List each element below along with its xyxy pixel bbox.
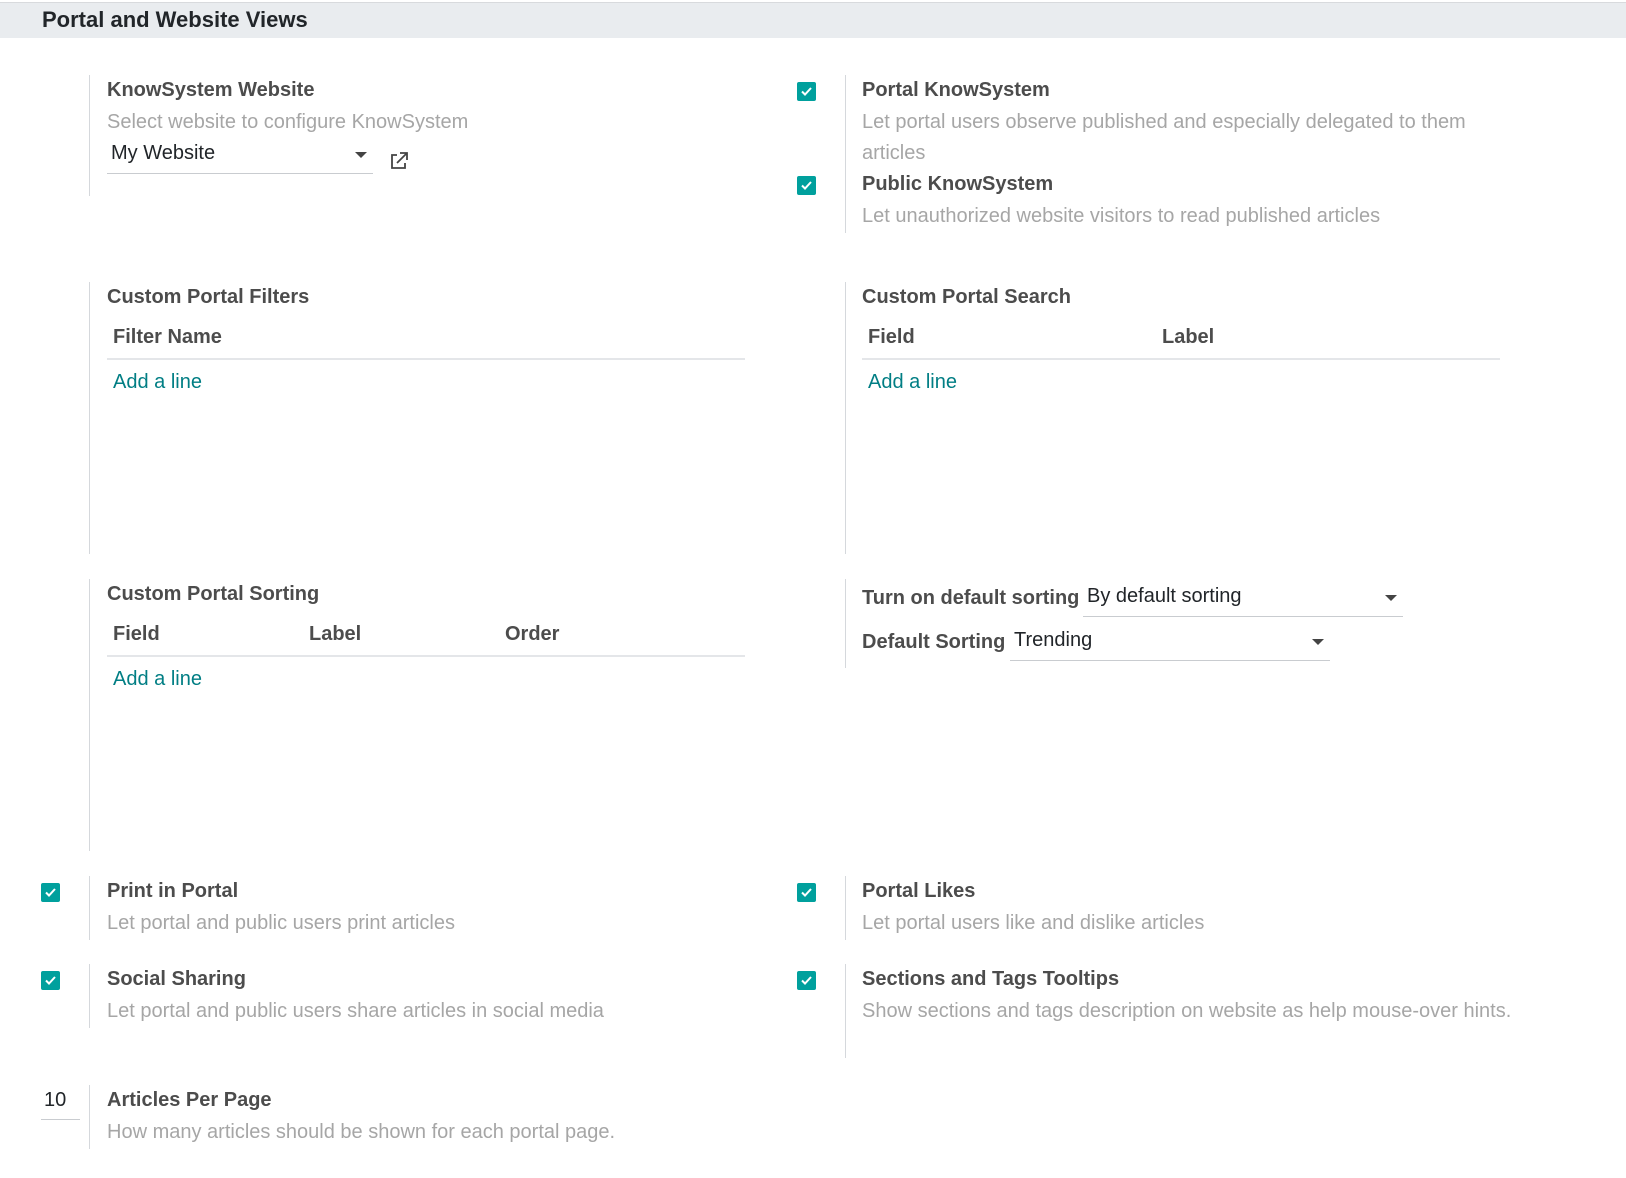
custom-portal-sorting-label: Custom Portal Sorting bbox=[107, 583, 320, 605]
divider bbox=[89, 964, 90, 1028]
default-sorting-mode-value: By default sorting bbox=[1087, 585, 1242, 607]
custom-portal-search-label: Custom Portal Search bbox=[862, 286, 1071, 308]
print-in-portal-help: Let portal and public users print articl… bbox=[107, 912, 455, 934]
chevron-down-icon bbox=[1385, 595, 1397, 601]
portal-likes-checkbox[interactable] bbox=[797, 883, 816, 902]
checkmark-icon bbox=[801, 888, 812, 897]
sections-tags-tooltips-help: Show sections and tags description on we… bbox=[862, 1000, 1512, 1022]
default-sorting-mode-select[interactable]: By default sorting bbox=[1083, 585, 1403, 617]
checkmark-icon bbox=[801, 87, 812, 96]
column-header-label[interactable]: Label bbox=[1162, 326, 1214, 349]
divider bbox=[89, 876, 90, 940]
social-sharing-help: Let portal and public users share articl… bbox=[107, 1000, 604, 1022]
public-knowsystem-help: Let unauthorized website visitors to rea… bbox=[862, 205, 1381, 227]
chevron-down-icon bbox=[1312, 639, 1324, 645]
section-header: Portal and Website Views bbox=[0, 2, 1626, 38]
divider bbox=[845, 579, 846, 668]
divider bbox=[845, 75, 846, 233]
divider bbox=[845, 964, 846, 1058]
knowsystem-website-help: Select website to configure KnowSystem bbox=[107, 111, 469, 133]
external-link-icon[interactable] bbox=[388, 150, 410, 177]
checkmark-icon bbox=[801, 181, 812, 190]
articles-per-page-input[interactable]: 10 bbox=[41, 1089, 80, 1120]
portal-likes-help: Let portal users like and dislike articl… bbox=[862, 912, 1205, 934]
public-knowsystem-checkbox[interactable] bbox=[797, 176, 816, 195]
column-header-field[interactable]: Field bbox=[868, 326, 915, 349]
website-select-value: My Website bbox=[111, 142, 216, 164]
search-table-header: Field Label bbox=[862, 320, 1500, 360]
sorting-table-header: Field Label Order bbox=[107, 617, 745, 657]
divider bbox=[89, 1085, 90, 1149]
divider bbox=[89, 579, 90, 851]
portal-likes-label: Portal Likes bbox=[862, 880, 976, 902]
social-sharing-checkbox[interactable] bbox=[41, 971, 60, 990]
checkmark-icon bbox=[45, 888, 56, 897]
sections-tags-tooltips-checkbox[interactable] bbox=[797, 971, 816, 990]
sections-tags-tooltips-label: Sections and Tags Tooltips bbox=[862, 968, 1120, 990]
portal-knowsystem-help: Let portal users observe published and e… bbox=[862, 111, 1466, 164]
divider bbox=[845, 282, 846, 554]
divider bbox=[89, 75, 90, 196]
checkmark-icon bbox=[801, 976, 812, 985]
portal-knowsystem-checkbox[interactable] bbox=[797, 82, 816, 101]
articles-per-page-help: How many articles should be shown for ea… bbox=[107, 1121, 616, 1143]
divider bbox=[89, 282, 90, 554]
portal-knowsystem-label: Portal KnowSystem bbox=[862, 79, 1050, 101]
column-header-order[interactable]: Order bbox=[505, 623, 559, 646]
print-in-portal-checkbox[interactable] bbox=[41, 883, 60, 902]
checkmark-icon bbox=[45, 976, 56, 985]
knowsystem-website-label: KnowSystem Website bbox=[107, 79, 315, 101]
public-knowsystem-label: Public KnowSystem bbox=[862, 173, 1054, 195]
filters-table-header: Filter Name bbox=[107, 320, 745, 360]
website-select[interactable]: My Website bbox=[107, 142, 373, 174]
divider bbox=[845, 876, 846, 940]
print-in-portal-label: Print in Portal bbox=[107, 880, 239, 902]
column-header-label[interactable]: Label bbox=[309, 623, 361, 646]
column-header-filter-name[interactable]: Filter Name bbox=[113, 326, 222, 349]
sorting-add-line-link[interactable]: Add a line bbox=[113, 668, 202, 691]
articles-per-page-value: 10 bbox=[44, 1089, 67, 1111]
custom-portal-filters-label: Custom Portal Filters bbox=[107, 286, 310, 308]
search-add-line-link[interactable]: Add a line bbox=[868, 371, 957, 394]
social-sharing-label: Social Sharing bbox=[107, 968, 246, 990]
default-sorting-select[interactable]: Trending bbox=[1010, 629, 1330, 661]
articles-per-page-label: Articles Per Page bbox=[107, 1089, 272, 1111]
column-header-field[interactable]: Field bbox=[113, 623, 160, 646]
turn-on-default-sorting-label: Turn on default sorting bbox=[862, 587, 1080, 609]
filters-add-line-link[interactable]: Add a line bbox=[113, 371, 202, 394]
default-sorting-value: Trending bbox=[1014, 629, 1093, 651]
default-sorting-label: Default Sorting bbox=[862, 631, 1006, 653]
section-title: Portal and Website Views bbox=[42, 7, 308, 32]
chevron-down-icon bbox=[355, 152, 367, 158]
